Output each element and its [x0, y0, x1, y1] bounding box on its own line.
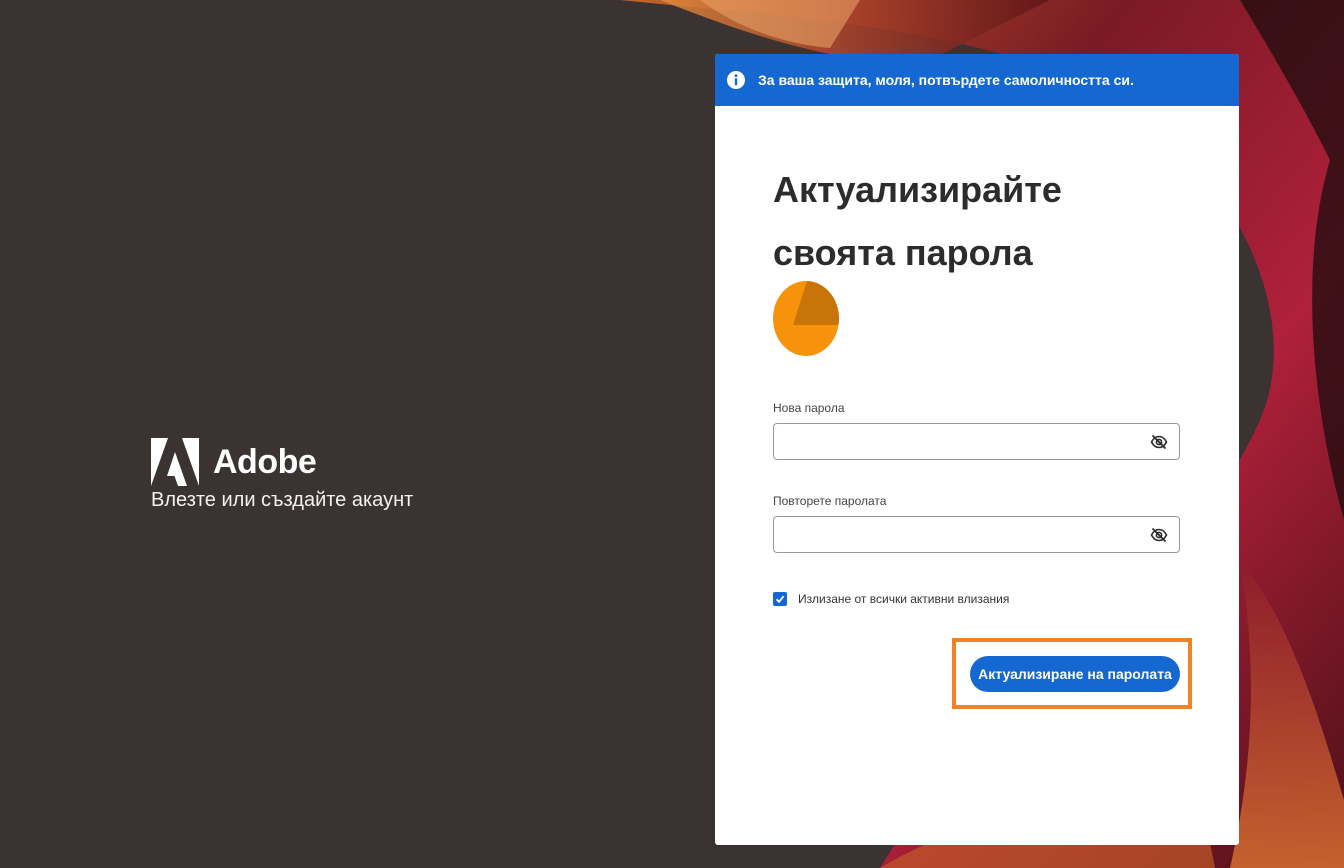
avatar [773, 281, 839, 356]
eye-slash-icon [1150, 527, 1168, 543]
update-password-button[interactable]: Актуализиране на паролата [970, 656, 1180, 692]
page-title: Актуализирайте своята парола [773, 169, 1062, 273]
brand: Adobe Влезте или създайте акаунт [151, 438, 413, 512]
checkmark-icon [775, 595, 785, 604]
signout-checkbox-label: Излизане от всички активни влизания [798, 592, 1010, 606]
security-banner: За ваша защита, моля, потвърдете самолич… [715, 54, 1239, 106]
new-password-label: Нова парола [773, 401, 845, 415]
brand-row: Adobe [151, 438, 413, 486]
update-password-card: За ваша защита, моля, потвърдете самолич… [715, 54, 1239, 845]
banner-text: За ваша защита, моля, потвърдете самолич… [758, 72, 1134, 88]
new-password-field [773, 423, 1180, 460]
signout-checkbox[interactable] [773, 592, 787, 606]
repeat-password-field [773, 516, 1180, 553]
brand-tagline: Влезте или създайте акаунт [151, 489, 414, 511]
eye-slash-icon [1150, 434, 1168, 450]
repeat-password-input[interactable] [774, 517, 1154, 552]
page: Adobe Влезте или създайте акаунт За ваша… [0, 0, 1344, 868]
show-password-toggle[interactable] [1149, 432, 1169, 452]
new-password-input[interactable] [774, 424, 1154, 459]
show-repeat-password-toggle[interactable] [1149, 525, 1169, 545]
adobe-logo-icon [151, 438, 199, 486]
signout-option: Излизане от всички активни влизания [773, 592, 1009, 606]
info-icon [727, 71, 745, 89]
repeat-password-label: Повторете паролата [773, 494, 887, 508]
brand-name: Adobe [213, 443, 317, 481]
